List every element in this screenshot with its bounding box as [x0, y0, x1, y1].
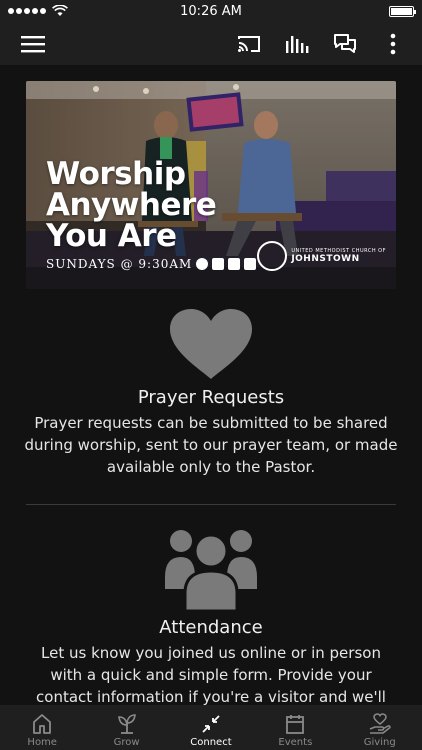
tab-grow[interactable]: Grow	[85, 713, 169, 748]
prayer-requests-title: Prayer Requests	[137, 387, 285, 408]
section-divider	[26, 504, 396, 505]
tab-events-label: Events	[278, 737, 313, 748]
prayer-requests-description: Prayer requests can be submitted to be s…	[24, 414, 398, 476]
audio-bars-icon	[286, 35, 309, 53]
battery-icon	[389, 5, 416, 17]
tab-grow-label: Grow	[113, 737, 140, 748]
tab-events[interactable]: Events	[253, 713, 337, 748]
tab-giving-label: Giving	[363, 737, 396, 748]
prayer-requests-section[interactable]: Prayer Requests Prayer requests can be s…	[0, 309, 422, 478]
plant-icon	[117, 714, 136, 734]
tab-giving[interactable]: Giving	[338, 713, 422, 748]
menu-button[interactable]	[20, 31, 46, 57]
audio-button[interactable]	[284, 31, 310, 57]
banner-title: Worship Anywhere You Are	[46, 156, 217, 254]
heart-icon	[170, 309, 252, 379]
attendance-description: Let us know you joined us online or in p…	[36, 644, 386, 705]
banner-subtitle: SUNDAYS @ 9:30AM	[46, 257, 193, 271]
menu-icon	[21, 35, 45, 52]
church-logo-name: JOHNSTOWN	[291, 254, 360, 264]
attendance-section[interactable]: Attendance Let us know you joined us onl…	[0, 527, 422, 705]
banner-subtitle-row: SUNDAYS @ 9:30AM	[46, 257, 257, 271]
home-icon	[33, 714, 52, 734]
signal-icon	[8, 8, 46, 14]
banner-title-line: Anywhere	[46, 187, 217, 223]
cast-icon	[238, 35, 260, 52]
app-bar	[0, 22, 422, 65]
tab-home[interactable]: Home	[0, 713, 84, 748]
calendar-icon	[286, 715, 305, 734]
church-logo-text: UNITED METHODIST CHURCH OF JOHNSTOWN	[291, 248, 386, 264]
connect-arrows-icon	[202, 715, 220, 733]
more-vertical-icon	[390, 33, 396, 54]
tab-connect-label: Connect	[190, 737, 232, 748]
tab-connect[interactable]: Connect	[169, 713, 253, 748]
youtube-icon	[212, 258, 225, 270]
church-logo-icon	[257, 241, 288, 271]
chat-button[interactable]	[332, 31, 358, 57]
more-button[interactable]	[380, 31, 406, 57]
giving-hand-icon	[369, 713, 391, 734]
wifi-icon	[52, 5, 68, 16]
attendance-title: Attendance	[159, 617, 263, 638]
cast-button[interactable]	[236, 31, 262, 57]
banner-title-line: Worship	[46, 156, 186, 192]
status-bar: 10:26 AM	[0, 0, 422, 22]
app-bar-actions	[236, 31, 406, 57]
people-group-icon	[165, 530, 257, 611]
facebook-icon	[196, 258, 209, 270]
connect-content: Worship Anywhere You Are SUNDAYS @ 9:30A…	[0, 65, 422, 705]
chat-icon	[334, 33, 356, 53]
status-left	[8, 5, 68, 17]
mobile-app-icon	[244, 258, 257, 270]
church-logo: UNITED METHODIST CHURCH OF JOHNSTOWN	[257, 241, 386, 271]
tab-bar: Home Grow Connect Events Giving	[0, 705, 422, 750]
banner-title-line: You Are	[46, 218, 177, 254]
tab-home-label: Home	[27, 737, 57, 748]
worship-banner[interactable]: Worship Anywhere You Are SUNDAYS @ 9:30A…	[26, 81, 396, 289]
website-icon	[228, 258, 241, 270]
